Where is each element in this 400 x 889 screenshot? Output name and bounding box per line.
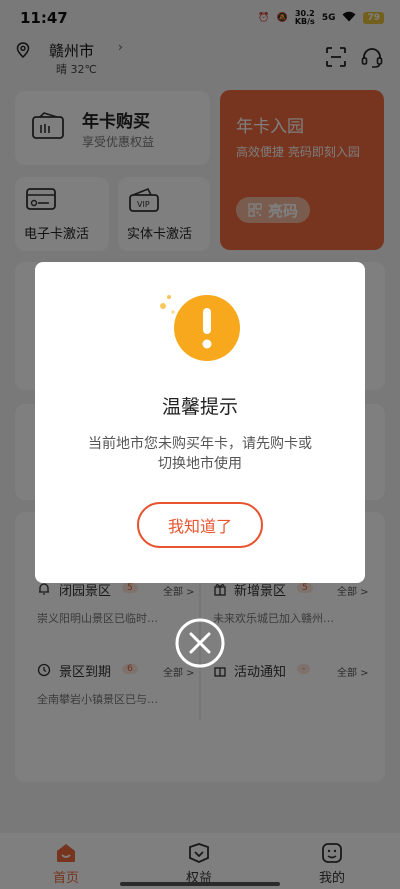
close-dialog-icon[interactable]: [174, 617, 226, 669]
got-it-button[interactable]: 我知道了: [137, 502, 263, 548]
dialog-message: 当前地市您未购买年卡，请先购卡或 切换地市使用: [88, 436, 312, 472]
warning-icon: [160, 295, 240, 361]
notice-dialog: 温馨提示 当前地市您未购买年卡，请先购卡或 切换地市使用 我知道了: [35, 262, 365, 583]
dialog-title: 温馨提示: [161, 396, 238, 418]
